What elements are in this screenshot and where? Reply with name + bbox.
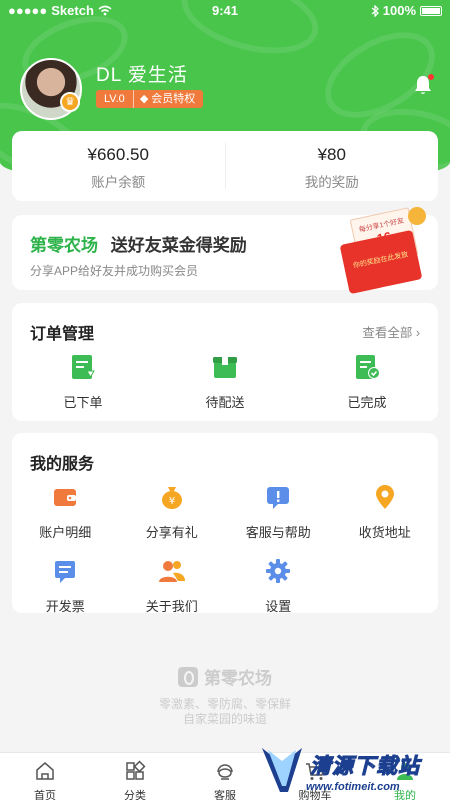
- diamond-icon: ◆: [139, 93, 149, 105]
- services-section-title: 我的服务: [30, 456, 95, 473]
- battery-icon: [420, 5, 442, 16]
- chevron-right-icon: ›: [415, 326, 420, 340]
- my-reward[interactable]: ¥80 我的奖励: [224, 143, 439, 190]
- shipping-address-label: 收货地址: [358, 525, 411, 540]
- my-services-card: 我的服务 账户明细 ¥ 分享有礼 客服与帮助 收货地址 开发票 关于我们 设置: [12, 433, 439, 615]
- completed-label: 已完成: [347, 395, 387, 410]
- order-placed-icon: [72, 355, 95, 379]
- tab-customer-service-label: 客服: [214, 790, 236, 800]
- status-bar: ●●●●● Sketch 9:41 100%: [0, 0, 450, 22]
- order-section-title: 订单管理: [30, 326, 95, 343]
- vip-label: 会员特权: [151, 93, 196, 105]
- my-reward-amount: ¥80: [317, 145, 346, 164]
- pending-delivery-label: 待配送: [205, 395, 245, 410]
- account-balance-amount: ¥660.50: [87, 145, 149, 164]
- tab-home-label: 首页: [34, 790, 56, 800]
- share-gift-item[interactable]: ¥ 分享有礼: [119, 483, 226, 541]
- home-icon: [36, 762, 54, 780]
- pending-delivery-item[interactable]: 待配送: [154, 353, 296, 411]
- tab-customer-service[interactable]: 客服: [180, 753, 270, 800]
- user-name: DL 爱生活: [96, 65, 188, 86]
- site-watermark: 清源下载站 www.fotimeit.com: [258, 740, 450, 800]
- completed-item[interactable]: 已完成: [296, 353, 438, 411]
- brand-name: 第零农场: [204, 669, 272, 688]
- invoice-icon: [55, 561, 76, 583]
- box-icon: [213, 357, 237, 378]
- battery-percent: 100%: [382, 3, 416, 18]
- vip-privilege-badge[interactable]: ◆ 会员特权: [134, 90, 203, 108]
- brand-slogan-2: 自家菜园的味道: [182, 711, 267, 726]
- settings-gear-icon: [266, 559, 291, 583]
- customer-help-label: 客服与帮助: [245, 525, 311, 540]
- red-envelope-icon: 每分享1个好友 16 你的奖励在此发放: [336, 207, 432, 295]
- member-badges[interactable]: LV.0 ◆ 会员特权: [96, 90, 204, 108]
- about-us-label: 关于我们: [145, 599, 198, 614]
- brand-logo: 第零农场: [178, 664, 272, 689]
- watermark-url: www.fotimeit.com: [306, 781, 400, 793]
- promo-subtitle: 分享APP给好友并成功购买会员: [30, 264, 199, 278]
- promo-brand: 第零农场: [30, 236, 98, 255]
- view-all-label: 查看全部: [362, 326, 413, 340]
- notification-bell-icon[interactable]: [412, 74, 434, 96]
- invoice-label: 开发票: [45, 599, 85, 614]
- team-icon: [158, 561, 185, 582]
- about-us-item[interactable]: 关于我们: [119, 557, 226, 615]
- envelope-line2: 你的奖励在此发放: [352, 251, 409, 270]
- brand-slogan-1: 零激素、零防腐、零保鲜: [158, 696, 291, 711]
- account-details-item[interactable]: 账户明细: [12, 483, 119, 541]
- customer-help-item[interactable]: 客服与帮助: [225, 483, 332, 541]
- shipping-address-item[interactable]: 收货地址: [332, 483, 439, 541]
- balance-card: ¥660.50 账户余额 ¥80 我的奖励: [12, 131, 438, 201]
- tab-home[interactable]: 首页: [0, 753, 90, 800]
- coin-icon: [408, 207, 426, 225]
- promo-headline: 第零农场 送好友菜金得奖励: [30, 231, 247, 256]
- tab-category[interactable]: 分类: [90, 753, 180, 800]
- svg-text:¥: ¥: [169, 496, 175, 507]
- watermark-logo-icon: [262, 748, 302, 792]
- brand-mark-icon: [178, 666, 198, 687]
- category-icon: [126, 760, 146, 780]
- order-management-card: 订单管理 查看全部 › 已下单 待配送 已完成: [12, 303, 438, 421]
- wallet-icon: [54, 489, 77, 506]
- promo-text: 送好友菜金得奖励: [110, 236, 247, 255]
- order-placed-item[interactable]: 已下单: [12, 353, 154, 411]
- money-bag-icon: ¥: [161, 487, 182, 509]
- bluetooth-icon: [371, 4, 379, 17]
- location-pin-icon: [375, 485, 394, 509]
- tab-category-label: 分类: [124, 790, 146, 800]
- referral-promo-banner[interactable]: 第零农场 送好友菜金得奖励 分享APP给好友并成功购买会员 每分享1个好友 16…: [12, 207, 438, 295]
- level-badge: LV.0: [96, 90, 134, 108]
- order-placed-label: 已下单: [63, 395, 103, 410]
- settings-item[interactable]: 设置: [225, 557, 332, 615]
- share-gift-label: 分享有礼: [145, 525, 198, 540]
- account-details-label: 账户明细: [39, 525, 92, 540]
- my-reward-label: 我的奖励: [304, 175, 359, 190]
- view-all-orders-link[interactable]: 查看全部 ›: [362, 322, 420, 341]
- invoice-item[interactable]: 开发票: [12, 557, 119, 615]
- brand-footer: 第零农场 零激素、零防腐、零保鲜 自家菜园的味道: [0, 664, 450, 727]
- unread-dot: [428, 74, 434, 80]
- vip-crown-icon: ♛: [60, 92, 80, 112]
- help-chat-icon: [267, 487, 290, 509]
- completed-icon: [356, 355, 380, 379]
- watermark-title: 清源下载站: [310, 755, 420, 779]
- account-balance-label: 账户余额: [91, 175, 146, 190]
- account-balance[interactable]: ¥660.50 账户余额: [12, 131, 225, 201]
- customer-service-icon: [217, 764, 233, 780]
- settings-label: 设置: [265, 599, 292, 614]
